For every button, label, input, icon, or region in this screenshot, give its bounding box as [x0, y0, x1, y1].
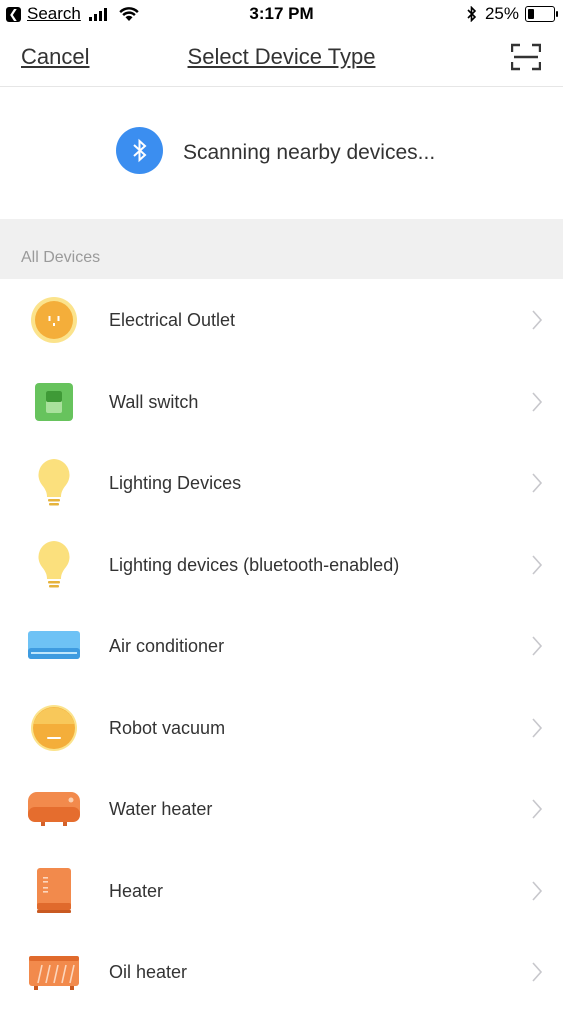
status-right: 25%	[467, 4, 558, 24]
device-item-robot-vacuum[interactable]: Robot vacuum	[0, 687, 563, 769]
device-label: Electrical Outlet	[109, 310, 236, 330]
device-item-wall-switch[interactable]: Wall switch	[0, 361, 563, 443]
chevron-right-icon	[532, 636, 543, 656]
nav-bar: Cancel Select Device Type	[0, 30, 563, 87]
device-item-lighting-bluetooth[interactable]: Lighting devices (bluetooth-enabled)	[0, 524, 563, 606]
bluetooth-status-icon	[467, 6, 477, 22]
device-label: Robot vacuum	[109, 717, 226, 738]
chevron-right-icon	[532, 799, 543, 819]
device-item-heater[interactable]: Heater	[0, 850, 563, 932]
device-item-air-conditioner[interactable]: Air conditioner	[0, 605, 563, 687]
chevron-right-icon	[532, 310, 543, 330]
chevron-right-icon	[532, 962, 543, 982]
chevron-right-icon	[532, 473, 543, 493]
chevron-right-icon	[532, 717, 543, 738]
device-label: Oil heater	[109, 962, 188, 982]
water-heater-icon	[22, 782, 86, 836]
outlet-icon	[22, 293, 86, 347]
battery-percent: 25%	[484, 4, 519, 23]
device-item-oil-heater[interactable]: Oil heater	[0, 931, 563, 1013]
section-header: All Devices	[0, 219, 563, 279]
bluetooth-icon	[116, 127, 163, 174]
battery-fill	[528, 9, 534, 19]
device-label: Water heater	[109, 799, 213, 819]
device-list: Electrical Outlet Wall switch Lighting D…	[0, 279, 563, 1013]
chevron-right-icon	[532, 391, 543, 412]
qr-scan-icon[interactable]	[511, 43, 541, 71]
scanning-text: Scanning nearby devices...	[183, 141, 436, 164]
device-item-lighting-devices[interactable]: Lighting Devices	[0, 442, 563, 524]
bulb-icon	[22, 456, 86, 510]
oil-heater-icon	[22, 945, 86, 999]
device-item-water-heater[interactable]: Water heater	[0, 768, 563, 850]
device-label: Heater	[109, 880, 164, 901]
device-label: Air conditioner	[109, 636, 225, 656]
robot-vacuum-icon	[22, 701, 86, 755]
device-label: Wall switch	[109, 391, 199, 412]
page-title-text: Select Device Type	[187, 44, 376, 69]
status-bar: ❮ Search 3:17 PM 25%	[0, 0, 563, 30]
page-title: Select Device Type	[0, 44, 563, 70]
air-conditioner-icon	[22, 619, 86, 673]
device-item-electrical-outlet[interactable]: Electrical Outlet	[0, 279, 563, 361]
heater-icon	[22, 864, 86, 918]
wall-switch-icon	[22, 375, 86, 429]
chevron-right-icon	[532, 554, 543, 575]
chevron-right-icon	[532, 880, 543, 901]
section-label: All Devices	[21, 249, 101, 266]
scanning-panel: Scanning nearby devices...	[0, 87, 563, 219]
bulb-icon	[22, 538, 86, 592]
device-label: Lighting devices (bluetooth-enabled)	[109, 554, 400, 575]
battery-icon	[525, 6, 558, 22]
device-label: Lighting Devices	[109, 473, 242, 493]
